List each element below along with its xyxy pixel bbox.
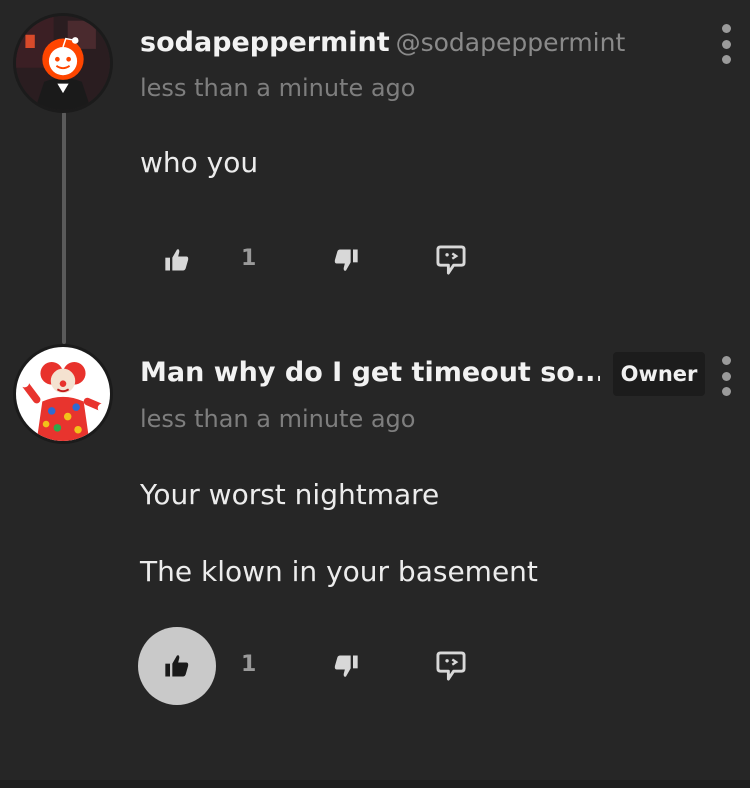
author-name[interactable]: Man why do I get timeout so... [140,357,600,388]
comment-timestamp: less than a minute ago [140,405,416,433]
author-name[interactable]: sodapeppermint [140,27,390,58]
author-handle: @sodapeppermint [395,28,626,57]
like-count: 1 [241,652,257,677]
thumbs-up-icon [165,249,189,271]
comment-text: The klown in your basement [140,555,538,588]
like-count: 1 [241,246,257,271]
comment-timestamp: less than a minute ago [140,74,416,102]
comment-author[interactable]: Man why do I get timeout so... [140,357,600,388]
dislike-button[interactable] [326,240,366,280]
more-vertical-icon[interactable] [714,24,738,64]
like-button[interactable] [157,240,197,280]
comment-text: who you [140,146,259,179]
dislike-button[interactable] [326,646,366,686]
thumbs-down-icon [334,249,358,271]
comment-author[interactable]: sodapeppermint @sodapeppermint [140,27,700,58]
bottom-divider [0,780,750,788]
avatar[interactable] [13,13,113,113]
avatar[interactable] [13,344,113,444]
reply-button[interactable] [431,240,471,280]
reply-icon [436,651,466,681]
thumbs-up-icon [165,655,189,677]
thread-line [62,112,66,344]
like-button[interactable] [157,646,197,686]
more-vertical-icon[interactable] [714,356,738,396]
thumbs-down-icon [334,655,358,677]
reply-button[interactable] [431,646,471,686]
owner-badge: Owner [613,352,705,396]
reply-icon [436,245,466,275]
comment-text: Your worst nightmare [140,478,440,511]
